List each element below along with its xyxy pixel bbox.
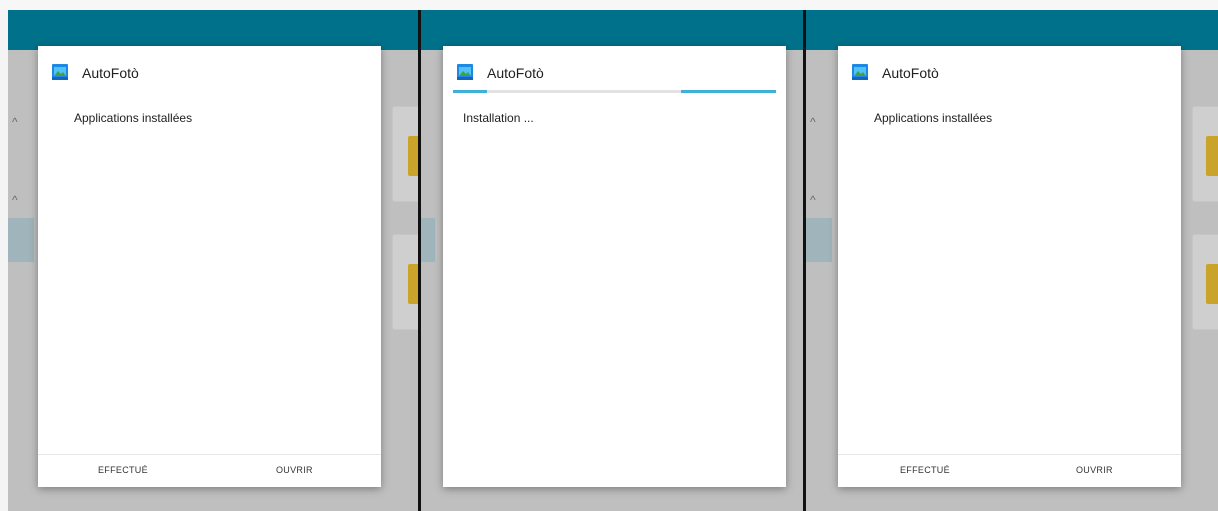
install-dialog: AutoFotò Applications installées EFFECTU… xyxy=(38,46,381,487)
dialog-header: AutoFotò xyxy=(838,46,1181,92)
progress-segment xyxy=(681,90,776,93)
dialog-actions: EFFECTUÉ OUVRIR xyxy=(38,454,381,487)
app-photo-icon xyxy=(457,64,473,80)
screen-2: AutoFotò Installation ... xyxy=(421,10,803,511)
selected-row xyxy=(8,218,34,262)
screen-1: ^ ^ AutoFotò Applications installées EFF… xyxy=(8,10,418,511)
app-name: AutoFotò xyxy=(487,65,544,81)
chevron-up-icon: ^ xyxy=(12,193,18,207)
app-bar xyxy=(8,10,418,50)
done-button[interactable]: EFFECTUÉ xyxy=(900,465,950,475)
dialog-header: AutoFotò xyxy=(38,46,381,92)
chevron-up-icon: ^ xyxy=(12,115,18,129)
status-message: Applications installées xyxy=(874,111,993,125)
folder-icon xyxy=(408,264,418,304)
chevron-up-icon: ^ xyxy=(810,115,816,129)
app-name: AutoFotò xyxy=(882,65,939,81)
app-photo-icon xyxy=(52,64,68,80)
selected-row xyxy=(806,218,832,262)
selected-row xyxy=(421,218,435,262)
dialog-actions: EFFECTUÉ OUVRIR xyxy=(838,454,1181,487)
done-button[interactable]: EFFECTUÉ xyxy=(98,465,148,475)
install-dialog: AutoFotò Installation ... xyxy=(443,46,786,487)
app-bar xyxy=(806,10,1218,50)
status-message: Applications installées xyxy=(74,111,193,125)
app-photo-icon xyxy=(852,64,868,80)
open-button[interactable]: OUVRIR xyxy=(276,465,313,475)
screen-3: ^ ^ AutoFotò Applications installées EFF… xyxy=(806,10,1218,511)
folder-icon xyxy=(1206,136,1218,176)
open-button[interactable]: OUVRIR xyxy=(1076,465,1113,475)
progress-segment xyxy=(453,90,487,93)
folder-icon xyxy=(408,136,418,176)
top-strip xyxy=(0,0,1218,10)
status-message: Installation ... xyxy=(463,111,534,125)
dialog-header: AutoFotò xyxy=(443,46,786,93)
install-dialog: AutoFotò Applications installées EFFECTU… xyxy=(838,46,1181,487)
chevron-up-icon: ^ xyxy=(810,193,816,207)
app-bar xyxy=(421,10,803,50)
install-progress-bar xyxy=(453,90,776,93)
app-name: AutoFotò xyxy=(82,65,139,81)
folder-icon xyxy=(1206,264,1218,304)
